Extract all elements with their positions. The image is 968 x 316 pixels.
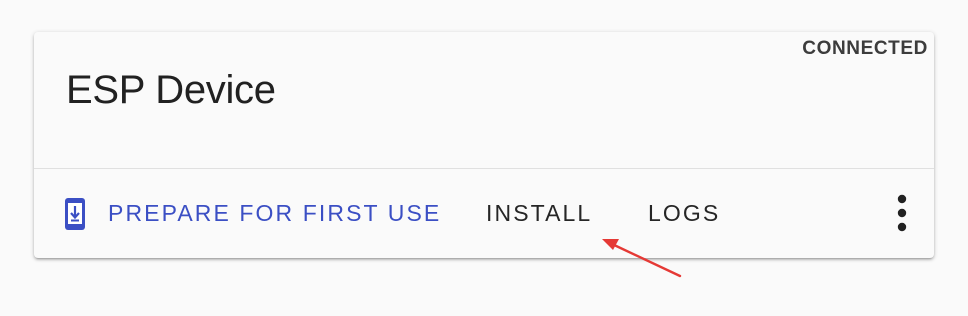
more-menu-button[interactable] <box>896 193 908 233</box>
connection-status: CONNECTED <box>802 38 928 59</box>
more-vertical-icon <box>897 194 907 232</box>
install-button[interactable]: INSTALL <box>486 169 592 258</box>
phone-download-icon <box>64 197 86 231</box>
install-label: INSTALL <box>486 200 593 226</box>
device-card: CONNECTED ESP Device PREPARE FOR FIRST U… <box>34 32 934 258</box>
logs-label: LOGS <box>648 200 721 226</box>
card-actions: PREPARE FOR FIRST USE INSTALL LOGS <box>34 169 934 258</box>
logs-button[interactable]: LOGS <box>648 169 720 258</box>
prepare-first-use-label: PREPARE FOR FIRST USE <box>108 200 442 226</box>
device-title: ESP Device <box>66 68 276 112</box>
prepare-first-use-button[interactable]: PREPARE FOR FIRST USE <box>64 169 441 258</box>
